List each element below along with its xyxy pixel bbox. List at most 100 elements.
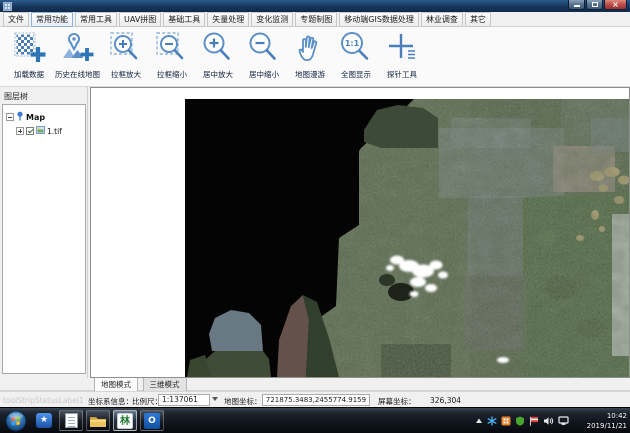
box-zoom-out-icon bbox=[155, 31, 189, 67]
map-coord-value: 721875.3483,2455774.9159 bbox=[262, 394, 370, 406]
tree-node-layer[interactable]: 1.tif bbox=[16, 125, 83, 137]
taskbar-app-notepad[interactable] bbox=[59, 410, 83, 431]
o-app-icon: O bbox=[144, 413, 160, 429]
menu-tab-bar: 文件 常用功能 常用工具 UAV拼图 基础工具 矢量处理 变化监测 专题制图 移… bbox=[0, 12, 630, 27]
scale-combobox[interactable]: 1:137061 bbox=[158, 394, 210, 406]
menu-tab-change-monitoring[interactable]: 变化监测 bbox=[251, 12, 293, 27]
raster-layer-icon bbox=[36, 126, 45, 136]
status-placeholder-label: toolStripStatusLabel1 bbox=[3, 396, 84, 405]
toolbar-label: 探针工具 bbox=[387, 69, 417, 80]
full-extent-icon-text: 1:1 bbox=[345, 39, 360, 48]
toolbar-label: 拉框放大 bbox=[111, 69, 141, 80]
tab-3d-mode[interactable]: 三维模式 bbox=[143, 378, 187, 392]
layer-panel: 图层树 Map 1.tif bbox=[0, 87, 88, 378]
taskbar-app-forestry[interactable]: 林 bbox=[113, 410, 137, 431]
folder-icon bbox=[89, 413, 107, 428]
load-data-button[interactable]: 加载数据 bbox=[6, 30, 52, 84]
menu-tab-vector-processing[interactable]: 矢量处理 bbox=[207, 12, 249, 27]
full-extent-icon: 1:1 bbox=[339, 31, 373, 67]
desktop-screen: × 文件 常用功能 常用工具 UAV拼图 基础工具 矢量处理 变化监测 专题制图… bbox=[0, 0, 630, 433]
center-zoom-in-button[interactable]: 居中放大 bbox=[195, 30, 241, 84]
app-window-icon bbox=[3, 2, 12, 11]
taskbar-clock[interactable]: 10:42 2019/11/21 bbox=[573, 411, 627, 431]
titlebar: × bbox=[0, 0, 630, 12]
map-node-icon bbox=[16, 111, 24, 123]
toolbar-label: 拉框缩小 bbox=[157, 69, 187, 80]
clock-time: 10:42 bbox=[573, 411, 627, 421]
orange-app-tray-icon[interactable] bbox=[501, 416, 511, 426]
toolbar-label: 居中缩小 bbox=[249, 69, 279, 80]
layer-visibility-checkbox[interactable] bbox=[26, 127, 34, 135]
center-zoom-in-icon bbox=[201, 31, 235, 67]
star-app-icon: ★ bbox=[36, 413, 52, 428]
tray-expand-icon[interactable] bbox=[475, 417, 483, 425]
start-button[interactable] bbox=[5, 410, 27, 432]
speaker-tray-icon[interactable] bbox=[543, 416, 554, 426]
probe-tool-icon bbox=[385, 31, 419, 67]
center-zoom-out-button[interactable]: 居中缩小 bbox=[241, 30, 287, 84]
main-area: 图层树 Map 1.tif bbox=[0, 87, 630, 378]
toolbar-label: 全图显示 bbox=[341, 69, 371, 80]
expand-box-icon[interactable] bbox=[16, 127, 24, 135]
center-zoom-out-icon bbox=[247, 31, 281, 67]
map-coord-label: 地图坐标： bbox=[224, 396, 262, 407]
snowflake-tray-icon[interactable] bbox=[487, 416, 497, 426]
combo-caret-icon[interactable] bbox=[212, 397, 218, 401]
layer-panel-title: 图层树 bbox=[4, 91, 28, 102]
pan-map-button[interactable]: 地图漫游 bbox=[287, 30, 333, 84]
tree-node-map[interactable]: Map bbox=[6, 111, 83, 123]
menu-tab-file[interactable]: 文件 bbox=[3, 12, 29, 27]
system-tray bbox=[475, 408, 570, 433]
taskbar-app-o[interactable]: O bbox=[140, 410, 164, 431]
history-online-map-button[interactable]: 历史在线地图 bbox=[52, 30, 103, 84]
box-zoom-in-icon bbox=[109, 31, 143, 67]
crs-info-label: 坐标系信息： bbox=[88, 396, 133, 407]
menu-tab-thematic-mapping[interactable]: 专题制图 bbox=[295, 12, 337, 27]
box-zoom-out-button[interactable]: 拉框缩小 bbox=[149, 30, 195, 84]
forestry-app-icon: 林 bbox=[117, 413, 133, 429]
pan-hand-icon bbox=[293, 31, 327, 67]
full-extent-button[interactable]: 1:1 全图显示 bbox=[333, 30, 379, 84]
clock-date: 2019/11/21 bbox=[573, 421, 627, 431]
taskbar-apps: ★ 林 O bbox=[32, 410, 164, 431]
screen-coord-value: 326,304 bbox=[430, 396, 461, 405]
notepad-icon bbox=[65, 413, 78, 428]
status-bar: toolStripStatusLabel1 坐标系信息： 比例尺： 1:1370… bbox=[0, 391, 630, 407]
map-canvas[interactable] bbox=[90, 87, 630, 378]
layer-tree: Map 1.tif bbox=[2, 104, 86, 374]
menu-tab-uav-mosaic[interactable]: UAV拼图 bbox=[119, 12, 161, 27]
load-data-icon bbox=[12, 31, 46, 67]
view-mode-tabs: 地图模式 三维模式 bbox=[0, 378, 630, 391]
box-zoom-in-button[interactable]: 拉框放大 bbox=[103, 30, 149, 84]
menu-tab-basic-tools[interactable]: 基础工具 bbox=[163, 12, 205, 27]
toolbar-label: 加载数据 bbox=[14, 69, 44, 80]
windows-taskbar: ★ 林 O bbox=[0, 407, 630, 433]
taskbar-app-explorer[interactable] bbox=[86, 410, 110, 431]
collapse-box-icon[interactable] bbox=[6, 113, 14, 121]
probe-tool-button[interactable]: 探针工具 bbox=[379, 30, 425, 84]
toolbar-label: 历史在线地图 bbox=[55, 69, 100, 80]
ribbon-toolbar: 加载数据 历史在线地图 bbox=[0, 27, 630, 87]
menu-tab-mobile-gis-data[interactable]: 移动端GIS数据处理 bbox=[339, 12, 419, 27]
history-online-map-icon bbox=[61, 31, 95, 67]
toolbar-label: 居中放大 bbox=[203, 69, 233, 80]
scale-value: 1:137061 bbox=[162, 395, 198, 404]
flag-tray-icon[interactable] bbox=[529, 416, 539, 426]
menu-tab-common-tools[interactable]: 常用工具 bbox=[75, 12, 117, 27]
toolbar-label: 地图漫游 bbox=[295, 69, 325, 80]
window-controls: × bbox=[568, 0, 627, 10]
minimize-button[interactable] bbox=[568, 0, 585, 10]
taskbar-app-star[interactable]: ★ bbox=[32, 410, 56, 431]
screen-coord-label: 屏幕坐标： bbox=[378, 396, 416, 407]
tab-map-mode[interactable]: 地图模式 bbox=[94, 378, 138, 392]
tree-node-label: 1.tif bbox=[47, 127, 62, 136]
restore-button[interactable] bbox=[586, 0, 603, 10]
menu-tab-common-functions[interactable]: 常用功能 bbox=[31, 12, 73, 27]
menu-tab-other[interactable]: 其它 bbox=[465, 12, 491, 27]
network-tray-icon[interactable] bbox=[558, 416, 570, 426]
menu-tab-forestry-survey[interactable]: 林业调查 bbox=[421, 12, 463, 27]
tree-node-label: Map bbox=[26, 113, 45, 122]
close-button[interactable]: × bbox=[604, 0, 627, 10]
satellite-imagery bbox=[91, 88, 629, 377]
green-shield-tray-icon[interactable] bbox=[515, 416, 525, 426]
